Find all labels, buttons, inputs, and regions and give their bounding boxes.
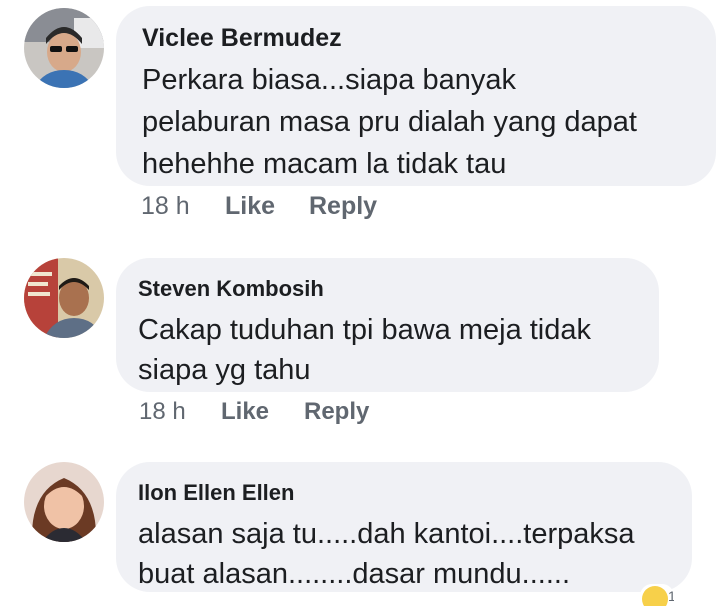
comment-text-line: pelaburan masa pru dialah yang dapat (142, 106, 637, 138)
avatar-image (24, 258, 104, 338)
comment-text-line: buat alasan........dasar mundu...... (138, 558, 571, 590)
reply-button[interactable]: Reply (309, 192, 377, 221)
avatar[interactable] (24, 258, 104, 338)
comment-bubble: Ilon Ellen Ellen alasan saja tu.....dah … (116, 462, 692, 592)
comment-text-line: siapa yg tahu (138, 354, 311, 386)
comment-text: alasan saja tu.....dah kantoi....terpaks… (138, 514, 670, 594)
comment-text-line: alasan saja tu.....dah kantoi....terpaks… (138, 518, 635, 550)
comment-text-line: Cakap tuduhan tpi bawa meja tidak (138, 314, 592, 346)
reaction-count: 1 (668, 588, 674, 604)
avatar-image (24, 462, 104, 542)
reply-button[interactable]: Reply (304, 398, 369, 426)
haha-emoji-icon (642, 586, 668, 606)
comment-author[interactable]: Ilon Ellen Ellen (138, 480, 670, 506)
comment-text: Perkara biasa...siapa banyak pelaburan m… (142, 59, 690, 185)
avatar[interactable] (24, 8, 104, 88)
comment-text-line: Perkara biasa...siapa banyak (142, 64, 516, 96)
comment-timestamp[interactable]: 18 h (141, 192, 190, 221)
comment-bubble: Viclee Bermudez Perkara biasa...siapa ba… (116, 6, 716, 186)
comment-author[interactable]: Steven Kombosih (138, 276, 637, 302)
like-button[interactable]: Like (225, 192, 275, 221)
comment-author[interactable]: Viclee Bermudez (142, 24, 690, 53)
reaction-badge[interactable]: 1 (640, 584, 674, 606)
comment-text: Cakap tuduhan tpi bawa meja tidak siapa … (138, 310, 637, 390)
comment-timestamp[interactable]: 18 h (139, 398, 186, 426)
avatar-image (24, 8, 104, 88)
comment-bubble: Steven Kombosih Cakap tuduhan tpi bawa m… (116, 258, 659, 392)
like-button[interactable]: Like (221, 398, 269, 426)
avatar[interactable] (24, 462, 104, 542)
comment-text-line: hehehhe macam la tidak tau (142, 148, 507, 180)
